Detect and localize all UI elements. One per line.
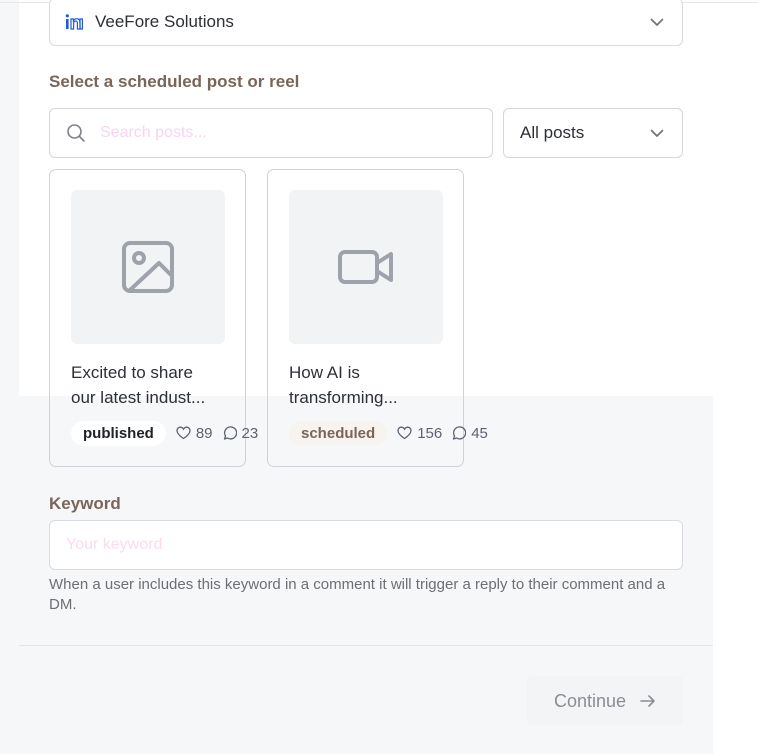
heart-icon xyxy=(397,426,412,440)
comment-icon xyxy=(223,425,237,440)
comments-value: 45 xyxy=(471,424,488,442)
comments-count: 45 xyxy=(451,425,488,442)
search-field[interactable] xyxy=(49,108,493,158)
chevron-down-icon xyxy=(650,129,664,137)
post-meta: scheduled 156 45 xyxy=(289,420,497,446)
search-icon xyxy=(67,124,85,142)
post-picker-label: Select a scheduled post or reel xyxy=(49,72,300,91)
comment-icon xyxy=(453,425,467,440)
likes-value: 156 xyxy=(417,424,443,442)
keyword-label: Keyword xyxy=(49,494,121,513)
post-card[interactable]: How AI is transforming... scheduled 156 … xyxy=(267,169,488,467)
post-caption: How AI is transforming... xyxy=(289,360,449,410)
post-thumbnail xyxy=(71,190,225,344)
search-input[interactable] xyxy=(100,124,460,142)
comments-value: 23 xyxy=(241,424,259,442)
heart-icon xyxy=(176,426,191,440)
caption-line: How AI is xyxy=(289,363,360,382)
post-meta: published 89 23 xyxy=(71,420,267,446)
likes-count: 89 xyxy=(176,425,213,442)
likes-value: 89 xyxy=(195,424,213,442)
keyword-field[interactable] xyxy=(49,520,683,570)
post-thumbnail xyxy=(289,190,443,344)
right-edge xyxy=(713,0,758,754)
comments-count: 23 xyxy=(222,424,259,442)
linkedin-icon xyxy=(65,14,85,30)
account-select[interactable]: VeeFore Solutions xyxy=(49,0,683,46)
post-filter-select[interactable]: All posts xyxy=(503,108,683,158)
likes-count: 156 xyxy=(397,425,442,442)
post-filter-value: All posts xyxy=(520,123,585,142)
status-badge: scheduled xyxy=(289,420,388,446)
post-caption: Excited to share our latest indust... xyxy=(71,360,231,410)
caption-line: transforming... xyxy=(289,388,398,407)
chevron-down-icon xyxy=(650,18,664,26)
post-card[interactable]: Excited to share our latest indust... pu… xyxy=(49,169,258,467)
caption-line: our latest indust... xyxy=(71,388,206,407)
video-camera-icon xyxy=(338,250,393,284)
continue-button[interactable]: Continue xyxy=(527,676,683,726)
account-name: VeeFore Solutions xyxy=(95,12,234,31)
keyword-help-text: When a user includes this keyword in a c… xyxy=(49,576,666,613)
caption-line: Excited to share xyxy=(71,363,193,382)
continue-label: Continue xyxy=(553,690,627,711)
arrow-right-icon xyxy=(640,695,655,707)
keyword-input[interactable] xyxy=(66,536,666,554)
status-badge: published xyxy=(71,420,166,446)
footer-divider xyxy=(19,645,713,646)
image-icon xyxy=(122,241,174,293)
